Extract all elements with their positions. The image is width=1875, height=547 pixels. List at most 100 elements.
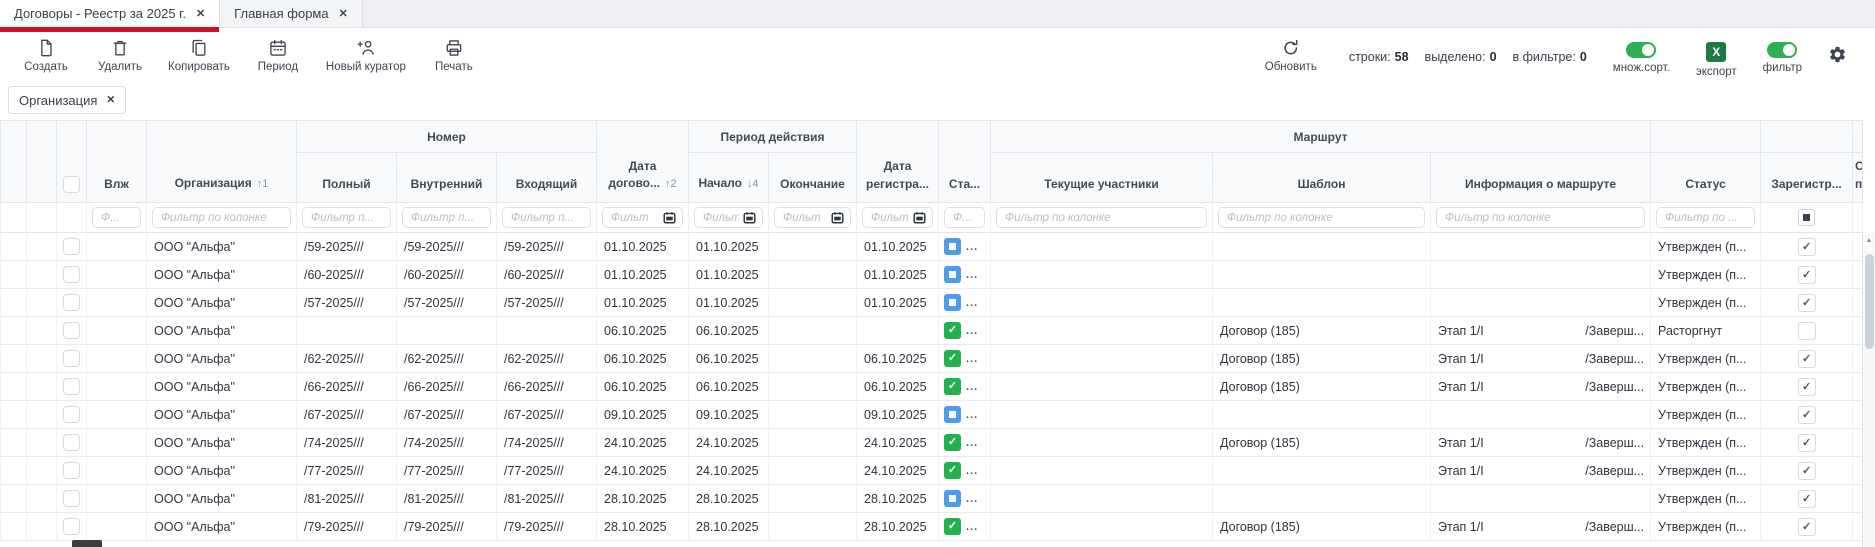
- col-header-template[interactable]: Шаблон: [1213, 153, 1431, 203]
- col-header-start-date[interactable]: Начало↓4: [689, 153, 769, 203]
- col-header-state[interactable]: Ста...: [939, 121, 991, 203]
- col-header-incoming-number[interactable]: Входящий: [497, 153, 597, 203]
- select-all-checkbox[interactable]: [63, 176, 80, 193]
- tab-main-form[interactable]: Главная форма ✕: [219, 0, 363, 27]
- export-button[interactable]: X экспорт: [1696, 38, 1737, 78]
- copy-button[interactable]: Копировать: [162, 38, 236, 73]
- row-checkbox[interactable]: [63, 518, 80, 535]
- filter-organization-input[interactable]: [159, 211, 284, 225]
- filter-status-input[interactable]: [1663, 211, 1748, 225]
- registered-checkbox[interactable]: ✓: [1798, 350, 1816, 368]
- row-checkbox[interactable]: [63, 350, 80, 367]
- more-icon[interactable]: ...: [966, 493, 978, 505]
- toggle-on-icon[interactable]: [1767, 42, 1797, 58]
- scroll-up-icon[interactable]: ▲: [1863, 232, 1875, 251]
- filter-toggle[interactable]: фильтр: [1763, 38, 1802, 74]
- state-icon[interactable]: [944, 238, 961, 255]
- create-button[interactable]: Создать: [14, 38, 78, 73]
- state-icon[interactable]: [944, 490, 961, 507]
- more-icon[interactable]: ...: [966, 353, 978, 365]
- delete-button[interactable]: Удалить: [88, 38, 152, 73]
- scroll-thumb[interactable]: [1865, 254, 1874, 349]
- table-row[interactable]: ООО "Альфа" /62-2025/// /62-2025/// /62-…: [1, 345, 1863, 373]
- row-checkbox[interactable]: [63, 322, 80, 339]
- table-row[interactable]: ООО "Альфа" /79-2025/// /79-2025/// /79-…: [1, 513, 1863, 541]
- col-header-full-number[interactable]: Полный: [297, 153, 397, 203]
- more-icon[interactable]: ...: [966, 241, 978, 253]
- row-checkbox[interactable]: [63, 238, 80, 255]
- filter-route-info-input[interactable]: [1443, 211, 1638, 225]
- state-icon[interactable]: ✓: [944, 518, 961, 535]
- registered-checkbox[interactable]: ✓: [1798, 406, 1816, 424]
- filter-vlzh-input[interactable]: [99, 211, 134, 225]
- col-header-route-info[interactable]: Информация о маршруте: [1431, 153, 1651, 203]
- col-header-end-date[interactable]: Окончание: [769, 153, 857, 203]
- row-checkbox[interactable]: [63, 294, 80, 311]
- table-row[interactable]: ООО "Альфа" /57-2025/// /57-2025/// /57-…: [1, 289, 1863, 317]
- print-button[interactable]: Печать: [422, 38, 486, 73]
- more-icon[interactable]: ...: [966, 381, 978, 393]
- filter-reg-date-input[interactable]: [869, 211, 911, 225]
- filter-state-input[interactable]: [951, 211, 978, 225]
- registered-checkbox[interactable]: ✓: [1798, 294, 1816, 312]
- col-header-internal-number[interactable]: Внутренний: [397, 153, 497, 203]
- close-icon[interactable]: ✕: [339, 7, 348, 20]
- more-icon[interactable]: ...: [966, 297, 978, 309]
- table-row[interactable]: ООО "Альфа" /77-2025/// /77-2025/// /77-…: [1, 457, 1863, 485]
- group-chip-organization[interactable]: Организация ✕: [8, 86, 126, 114]
- more-icon[interactable]: ...: [966, 269, 978, 281]
- filter-incoming-input[interactable]: [509, 211, 584, 225]
- registered-checkbox[interactable]: ✓: [1798, 462, 1816, 480]
- settings-button[interactable]: [1828, 38, 1847, 69]
- registered-checkbox[interactable]: ✓: [1798, 238, 1816, 256]
- col-header-participants[interactable]: Текущие участники: [991, 153, 1213, 203]
- registered-checkbox[interactable]: ✓: [1798, 518, 1816, 536]
- row-checkbox[interactable]: [63, 462, 80, 479]
- registered-checkbox[interactable]: [1798, 322, 1816, 340]
- registered-checkbox[interactable]: ✓: [1798, 266, 1816, 284]
- more-icon[interactable]: ...: [966, 465, 978, 477]
- vertical-scrollbar[interactable]: ▲: [1862, 232, 1875, 547]
- col-header-vlzh[interactable]: Влж: [87, 121, 147, 203]
- state-icon[interactable]: ✓: [944, 350, 961, 367]
- col-header-organization[interactable]: Организация↑1: [147, 121, 297, 203]
- row-checkbox[interactable]: [63, 434, 80, 451]
- new-curator-button[interactable]: Новый куратор: [320, 38, 412, 73]
- filter-end-date-input[interactable]: [781, 211, 829, 225]
- state-icon[interactable]: ✓: [944, 434, 961, 451]
- more-icon[interactable]: ...: [966, 325, 978, 337]
- table-row[interactable]: ООО "Альфа" /67-2025/// /67-2025/// /67-…: [1, 401, 1863, 429]
- toggle-on-icon[interactable]: [1626, 42, 1656, 58]
- table-row[interactable]: ООО "Альфа" /66-2025/// /66-2025/// /66-…: [1, 373, 1863, 401]
- col-header-status[interactable]: Статус: [1651, 153, 1761, 203]
- row-checkbox[interactable]: [63, 378, 80, 395]
- tab-contracts-registry[interactable]: Договоры - Реестр за 2025 г. ✕: [0, 0, 219, 27]
- table-row[interactable]: ООО "Альфа" /74-2025/// /74-2025/// /74-…: [1, 429, 1863, 457]
- registered-checkbox[interactable]: ✓: [1798, 378, 1816, 396]
- close-icon[interactable]: ✕: [106, 94, 115, 106]
- table-row[interactable]: ООО "Альфа" 06.10.2025 06.10.2025 ✓ ... …: [1, 317, 1863, 345]
- row-checkbox[interactable]: [63, 406, 80, 423]
- excel-icon[interactable]: X: [1706, 42, 1726, 62]
- state-icon[interactable]: ✓: [944, 322, 961, 339]
- registered-filter-checkbox[interactable]: [1798, 209, 1815, 226]
- filter-participants-input[interactable]: [1003, 211, 1200, 225]
- table-row[interactable]: ООО "Альфа" /59-2025/// /59-2025/// /59-…: [1, 233, 1863, 261]
- close-icon[interactable]: ✕: [196, 7, 205, 20]
- state-icon[interactable]: [944, 266, 961, 283]
- row-checkbox[interactable]: [63, 490, 80, 507]
- refresh-button[interactable]: Обновить: [1259, 38, 1323, 73]
- filter-start-date-input[interactable]: [701, 211, 741, 225]
- filter-internal-input[interactable]: [409, 211, 484, 225]
- filter-full-input[interactable]: [309, 211, 384, 225]
- state-icon[interactable]: [944, 406, 961, 423]
- more-icon[interactable]: ...: [966, 437, 978, 449]
- state-icon[interactable]: [944, 294, 961, 311]
- more-icon[interactable]: ...: [966, 409, 978, 421]
- state-icon[interactable]: ✓: [944, 378, 961, 395]
- registered-checkbox[interactable]: ✓: [1798, 490, 1816, 508]
- col-header-reg-date[interactable]: Дата регистра...: [857, 121, 939, 203]
- col-header-registered[interactable]: Зарегистр...: [1761, 153, 1853, 203]
- registered-checkbox[interactable]: ✓: [1798, 434, 1816, 452]
- state-icon[interactable]: ✓: [944, 462, 961, 479]
